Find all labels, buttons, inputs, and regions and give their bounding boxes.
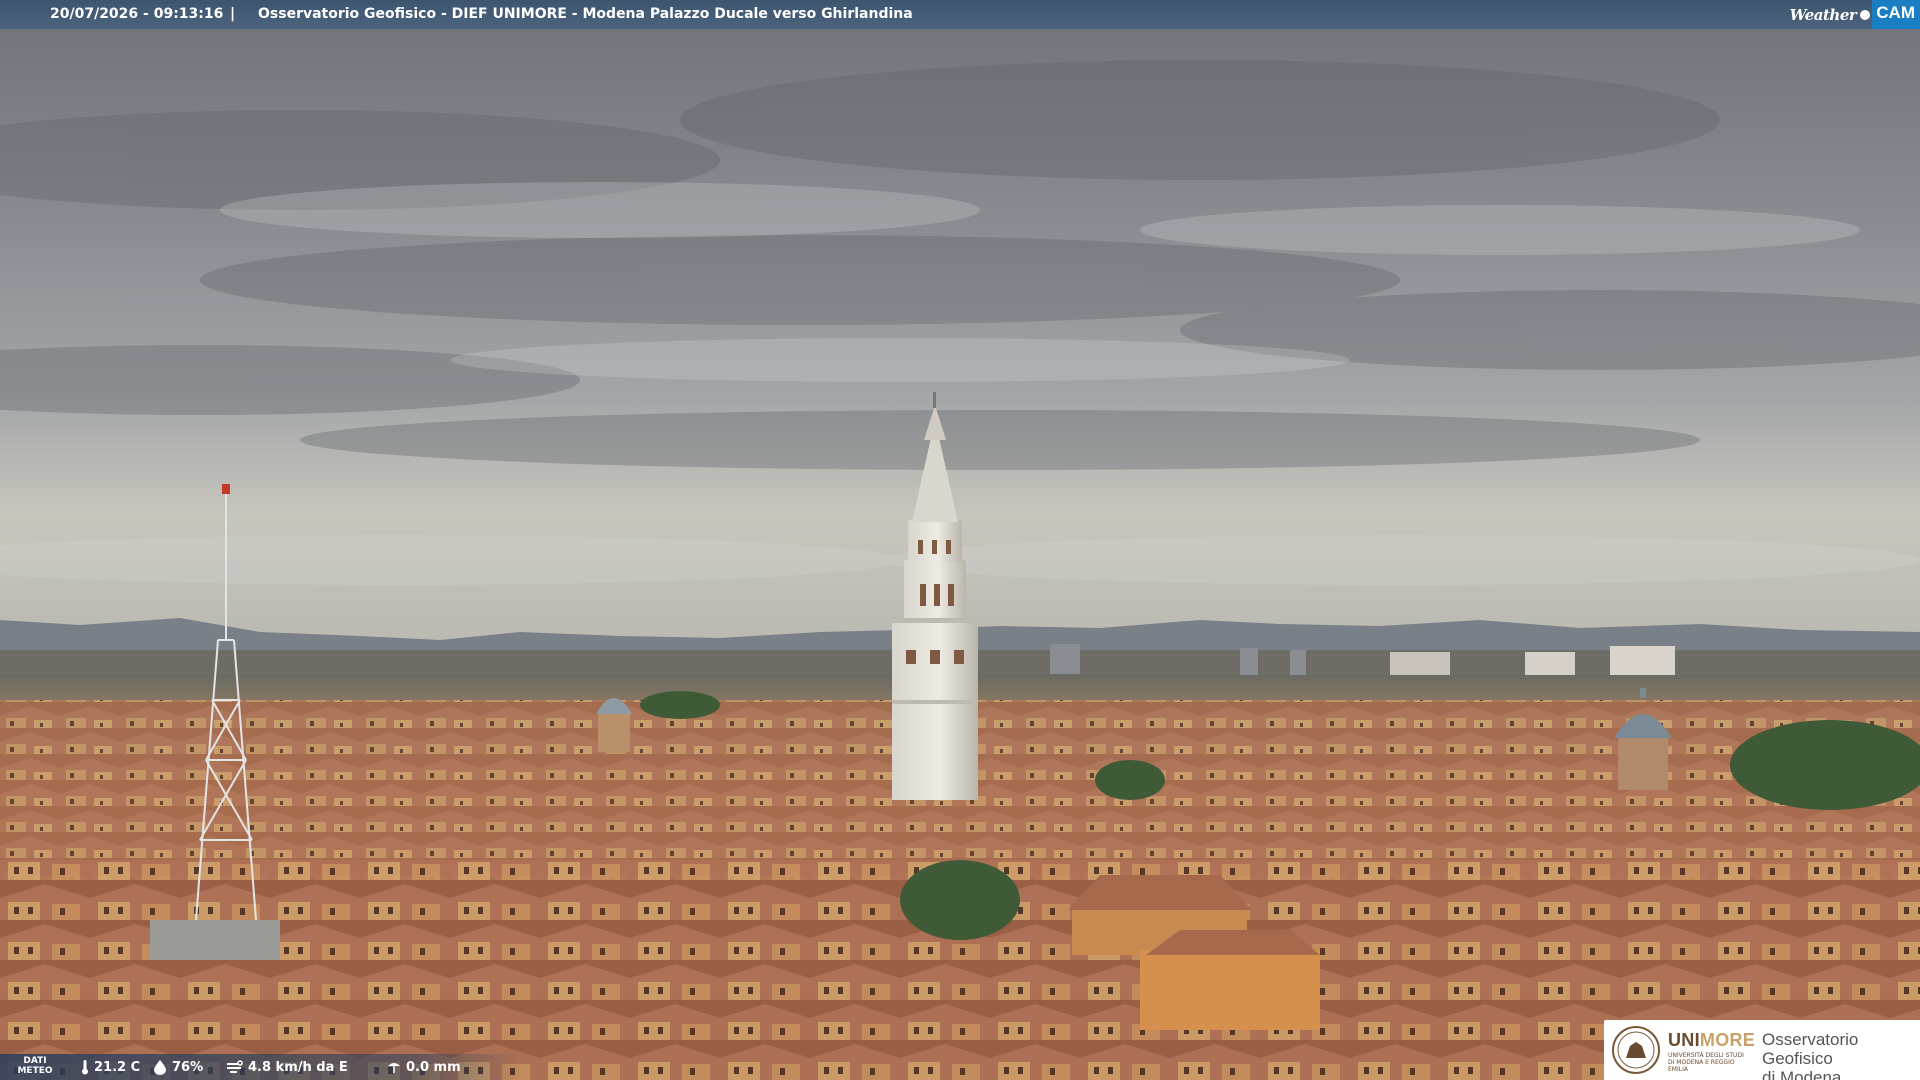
title-separator: |	[230, 6, 236, 22]
brand-weather-text: Weather	[1789, 5, 1857, 24]
rain-readout: 0.0 mm	[386, 1059, 461, 1075]
top-info-bar: 20/07/2026 - 09:13:16 | Osservatorio Geo…	[0, 0, 1920, 29]
meteo-label: DATI METEO	[17, 1056, 53, 1076]
unimore-wordmark: UNIMORE	[1668, 1030, 1756, 1050]
timestamp: 20/07/2026 - 09:13:16	[50, 6, 224, 22]
weather-data-bar: DATI METEO 21.2 C 76% 4.8 km/h da E 0.0 …	[0, 1054, 520, 1080]
humidity-readout: 76%	[152, 1059, 203, 1075]
webcam-image	[0, 0, 1920, 1080]
humidity-drop-icon	[154, 1060, 166, 1075]
unimore-logo-box[interactable]: UNIMORE UNIVERSITÀ DEGLI STUDI DI MODENA…	[1604, 1020, 1920, 1080]
rain-icon	[388, 1063, 400, 1073]
observatory-name: Osservatorio Geofisico di Modena	[1762, 1030, 1859, 1080]
temperature-readout: 21.2 C	[80, 1059, 140, 1075]
brand-dot-icon	[1860, 9, 1871, 20]
university-seal-icon	[1612, 1026, 1660, 1074]
unimore-subtitle: UNIVERSITÀ DEGLI STUDI DI MODENA E REGGI…	[1668, 1052, 1744, 1073]
wind-icon	[227, 1060, 243, 1073]
dome-left	[596, 698, 632, 752]
camera-title: Osservatorio Geofisico - DIEF UNIMORE - …	[258, 6, 913, 22]
brand-cam-text: CAM	[1872, 0, 1920, 29]
weathercam-logo[interactable]: Weather CAM	[1784, 0, 1920, 29]
thermometer-icon	[82, 1060, 88, 1075]
wind-readout: 4.8 km/h da E	[226, 1059, 348, 1075]
